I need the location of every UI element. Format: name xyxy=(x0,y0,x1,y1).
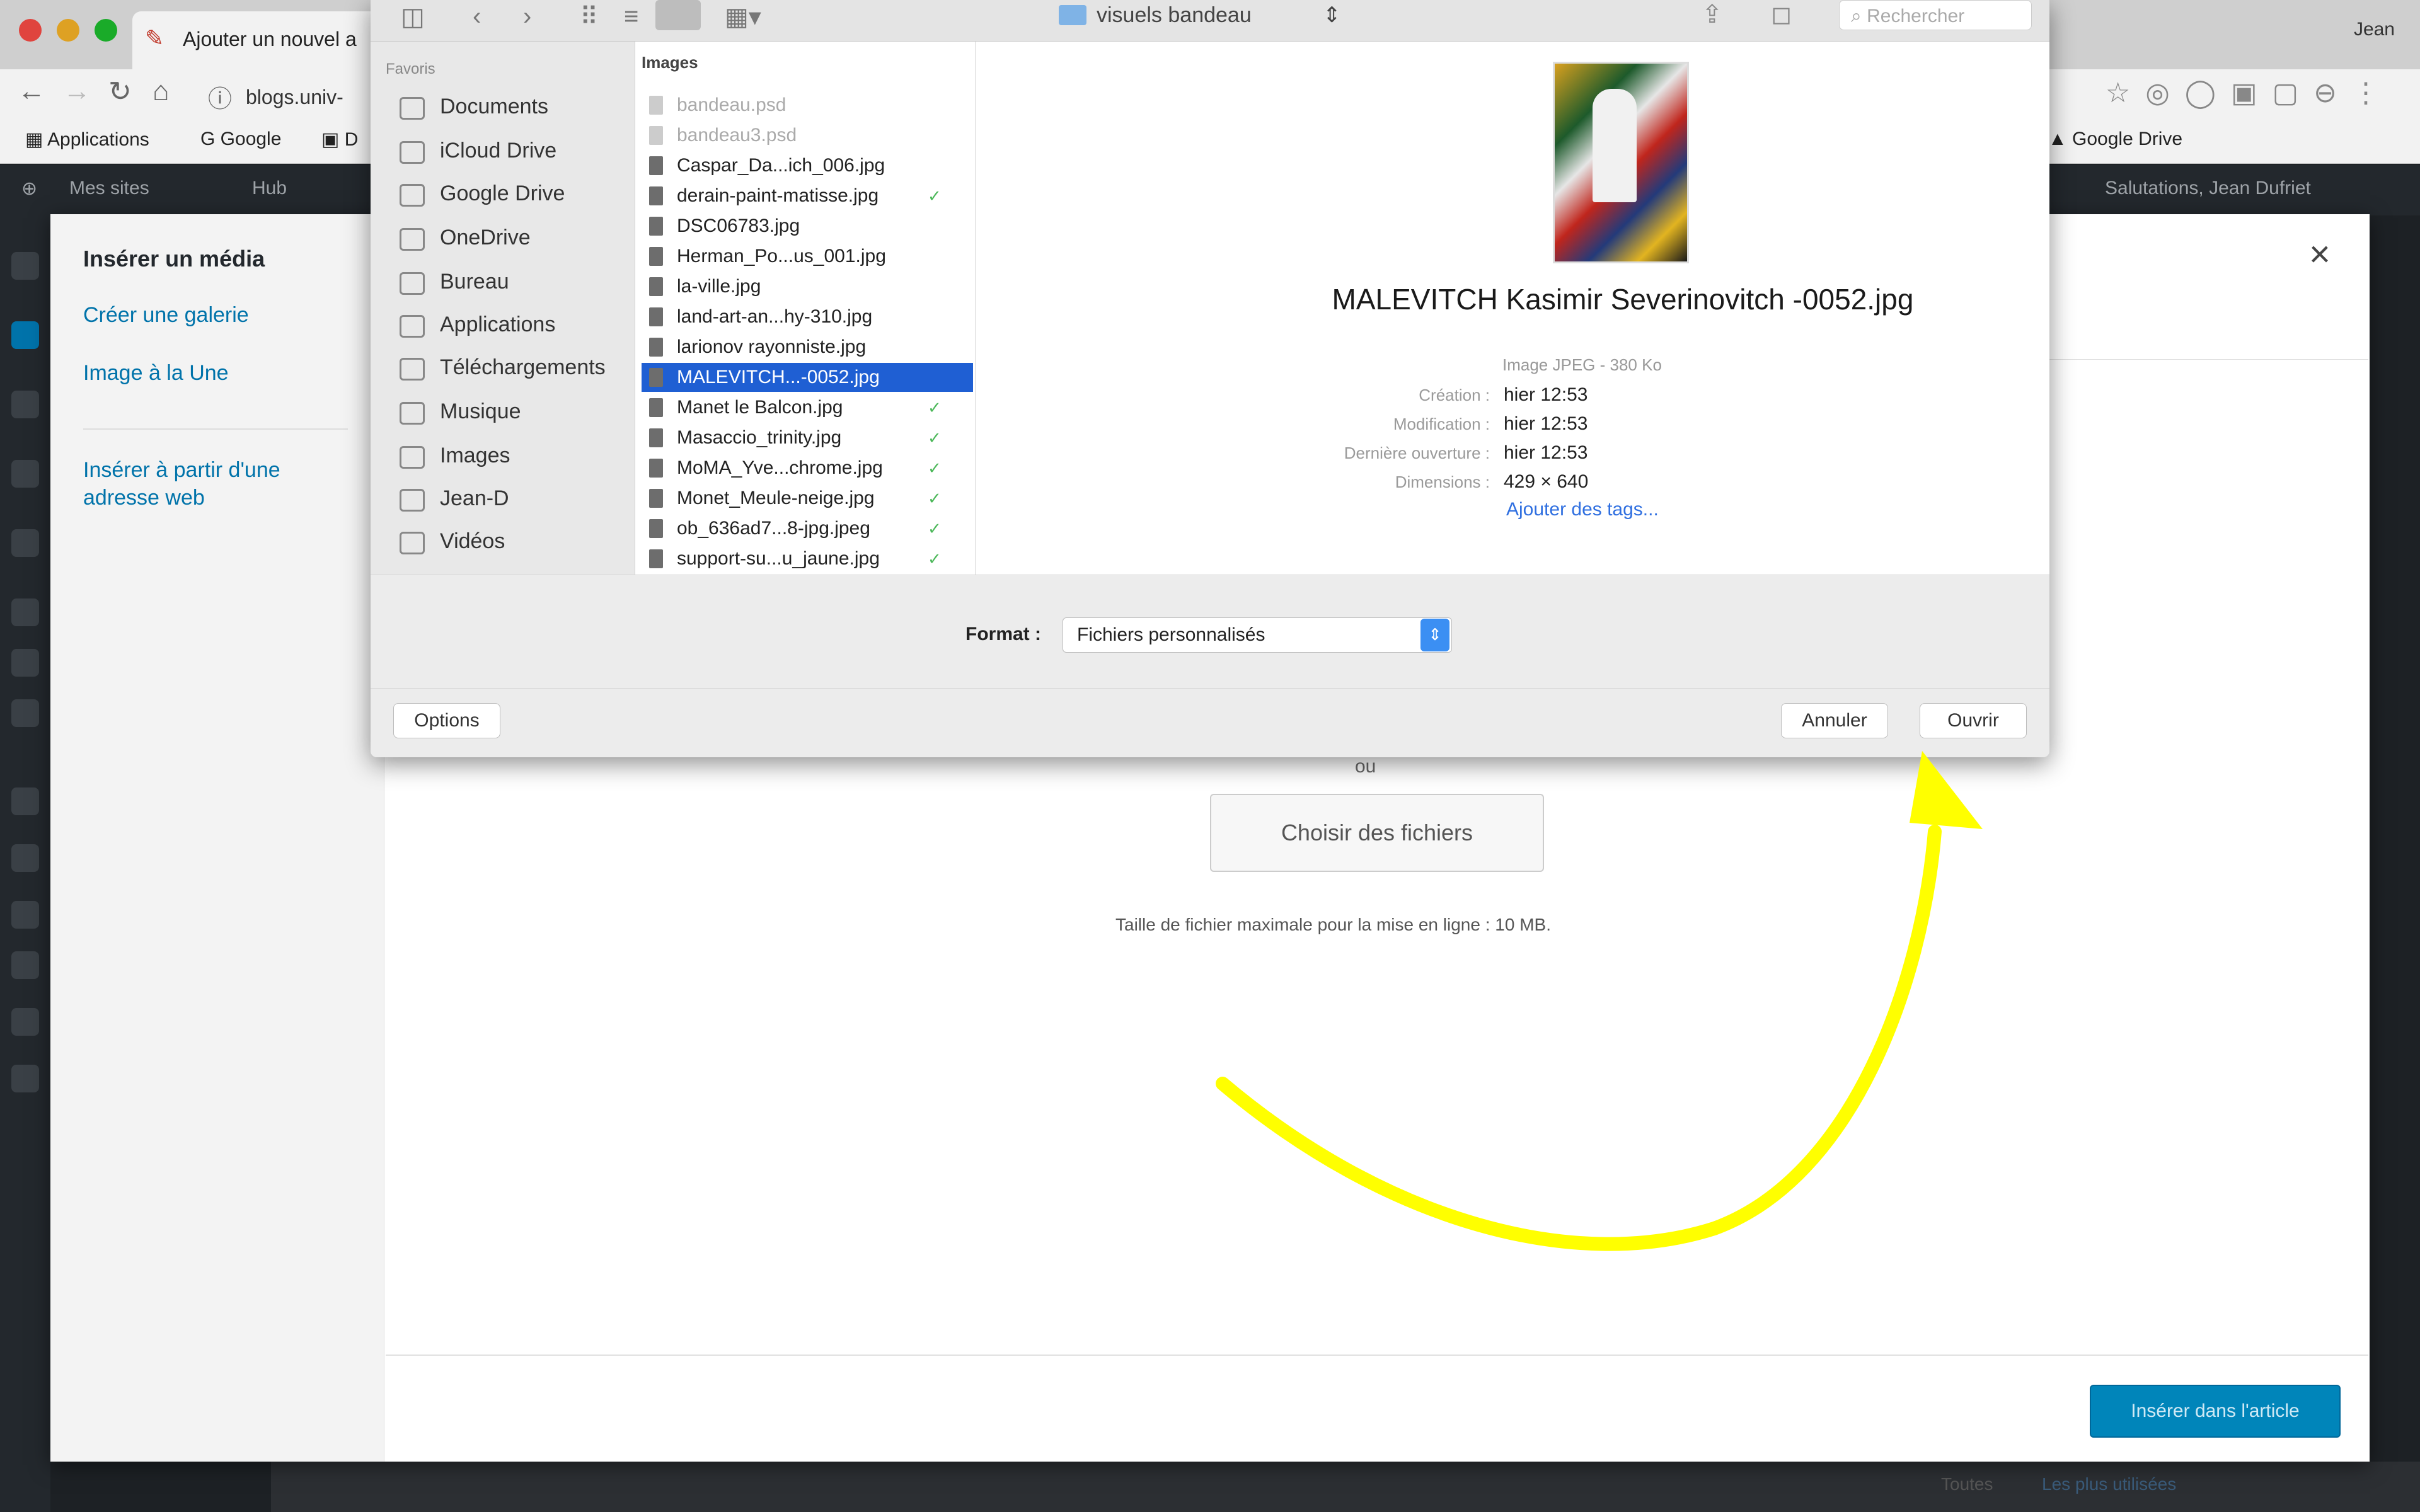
annotation-arrow-curve xyxy=(1216,825,1942,1251)
annotation-arrow xyxy=(1216,751,1983,1251)
annotation-arrowhead xyxy=(1910,751,1983,829)
